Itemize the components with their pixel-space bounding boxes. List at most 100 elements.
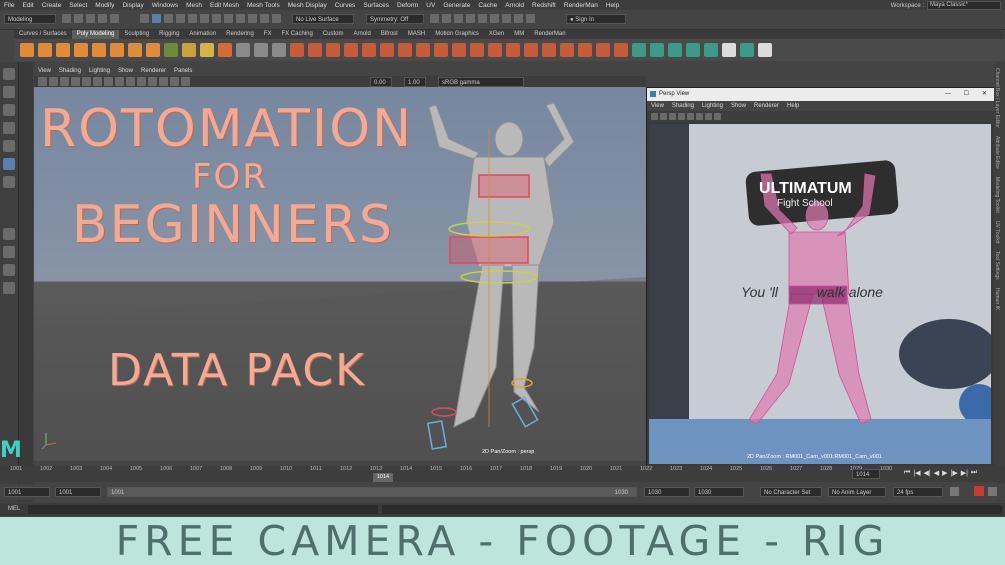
menu-arnold[interactable]: Arnold — [505, 2, 524, 9]
snap-curve-icon[interactable] — [188, 14, 197, 23]
menu-modify[interactable]: Modify — [95, 2, 114, 9]
tab-mash[interactable]: MASH — [403, 30, 430, 39]
uv-layout-icon[interactable] — [758, 43, 772, 57]
loop-icon[interactable] — [950, 487, 959, 496]
snap-point-icon[interactable] — [200, 14, 209, 23]
history-icon[interactable] — [236, 14, 245, 23]
super-shape-icon[interactable] — [164, 43, 178, 57]
multi-cut-icon[interactable] — [398, 43, 412, 57]
tab-animation[interactable]: Animation — [184, 30, 221, 39]
mel-label[interactable]: MEL — [8, 506, 20, 512]
uv-unfold-icon[interactable] — [740, 43, 754, 57]
auto-key-icon[interactable] — [974, 486, 984, 496]
poly-plane-icon[interactable] — [110, 43, 124, 57]
last-tool-icon[interactable] — [3, 176, 15, 188]
render-icon[interactable] — [248, 14, 257, 23]
undo-icon[interactable] — [98, 14, 107, 23]
uv-editor-icon[interactable] — [478, 14, 487, 23]
merge-icon[interactable] — [596, 43, 610, 57]
human-ik-icon[interactable] — [442, 14, 451, 23]
render-settings-icon[interactable] — [272, 14, 281, 23]
main-viewport[interactable]: ROTOMATION FOR BEGINNERS DATA PACK 2D Pa… — [34, 87, 646, 461]
graph-editor-icon[interactable] — [490, 14, 499, 23]
exposure-field[interactable]: 0.00 — [370, 77, 392, 87]
persp-lights-icon[interactable] — [705, 113, 712, 120]
viewport-menu-shading[interactable]: Shading — [59, 66, 81, 76]
save-scene-icon[interactable] — [86, 14, 95, 23]
gamma-field[interactable]: 1.00 — [404, 77, 426, 87]
wireframe-icon[interactable] — [115, 77, 124, 86]
svg-icon[interactable] — [218, 43, 232, 57]
poly-torus-icon[interactable] — [92, 43, 106, 57]
persp-menu-help[interactable]: Help — [787, 101, 799, 111]
menu-select[interactable]: Select — [69, 2, 87, 9]
live-surface-dropdown[interactable]: No Live Surface — [292, 14, 354, 24]
separate-icon[interactable] — [254, 43, 268, 57]
xray-icon[interactable] — [170, 77, 179, 86]
menu-deform[interactable]: Deform — [397, 2, 418, 9]
select-object-icon[interactable] — [152, 14, 161, 23]
current-frame-field[interactable]: 1014 — [852, 469, 880, 479]
anim-end-field[interactable]: 1030 — [644, 487, 690, 497]
ipr-render-icon[interactable] — [260, 14, 269, 23]
tab-motion-graphics[interactable]: Motion Graphics — [430, 30, 484, 39]
select-component-icon[interactable] — [164, 14, 173, 23]
tab-rendering[interactable]: Rendering — [221, 30, 259, 39]
menu-redshift[interactable]: Redshift — [532, 2, 556, 9]
anim-layer-dropdown[interactable]: No Anim Layer — [828, 487, 886, 497]
time-slider[interactable]: 1001 1002 1003 1004 1005 1006 1007 1008 1009 1010… — [0, 466, 1005, 482]
uv-grid-icon[interactable] — [722, 43, 736, 57]
film-gate-icon[interactable] — [82, 77, 91, 86]
persp-window-titlebar[interactable]: Persp View — ☐ ✕ — [647, 88, 995, 101]
node-editor-icon[interactable] — [514, 14, 523, 23]
uv-cylindrical-icon[interactable] — [668, 43, 682, 57]
persp-textured-icon[interactable] — [696, 113, 703, 120]
tab-arnold[interactable]: Arnold — [349, 30, 376, 39]
go-to-end-icon[interactable]: ⏭ — [971, 469, 977, 477]
delete-edge-icon[interactable] — [614, 43, 628, 57]
collapse-icon[interactable] — [578, 43, 592, 57]
new-scene-icon[interactable] — [62, 14, 71, 23]
persp-menu-renderer[interactable]: Renderer — [754, 101, 779, 111]
menu-cache[interactable]: Cache — [478, 2, 497, 9]
minimize-icon[interactable]: — — [945, 88, 951, 101]
move-tool-icon[interactable] — [3, 122, 15, 134]
insert-edge-loop-icon[interactable] — [470, 43, 484, 57]
outliner-strip[interactable] — [19, 62, 33, 502]
go-to-start-icon[interactable]: ⏮ — [904, 469, 910, 477]
tab-fx[interactable]: FX — [259, 30, 277, 39]
menu-edit-mesh[interactable]: Edit Mesh — [210, 2, 239, 9]
menu-edit[interactable]: Edit — [22, 2, 33, 9]
bevel-icon[interactable] — [362, 43, 376, 57]
bookmark-icon[interactable] — [49, 77, 58, 86]
poly-cone-icon[interactable] — [74, 43, 88, 57]
sign-in-button[interactable]: ● Sign In — [566, 14, 626, 24]
menu-mesh[interactable]: Mesh — [186, 2, 202, 9]
menu-curves[interactable]: Curves — [335, 2, 356, 9]
colorspace-dropdown[interactable]: sRGB gamma — [438, 77, 524, 87]
persp-wireframe-icon[interactable] — [678, 113, 685, 120]
tab-attribute-editor[interactable]: Attribute Editor — [994, 136, 1000, 169]
smooth-shade-icon[interactable] — [126, 77, 135, 86]
persp-menu-show[interactable]: Show — [731, 101, 746, 111]
tab-bifrost[interactable]: Bifrost — [376, 30, 403, 39]
tab-xgen[interactable]: XGen — [484, 30, 509, 39]
extrude-icon[interactable] — [326, 43, 340, 57]
tab-channel-box[interactable]: Channel Box / Layer Editor — [994, 68, 1000, 128]
viewport-menu-show[interactable]: Show — [118, 66, 133, 76]
sweep-mesh-icon[interactable] — [182, 43, 196, 57]
render-view-icon[interactable] — [466, 14, 475, 23]
persp-outliner-layout-icon[interactable] — [3, 282, 15, 294]
snap-view-icon[interactable] — [212, 14, 221, 23]
platonic-solid-icon[interactable] — [146, 43, 160, 57]
tab-tool-settings[interactable]: Tool Settings — [994, 251, 1000, 280]
tab-poly-modeling[interactable]: Poly Modeling — [71, 30, 120, 39]
persp-grid-icon[interactable] — [669, 113, 676, 120]
single-pane-layout-icon[interactable] — [3, 228, 15, 240]
connect-icon[interactable] — [434, 43, 448, 57]
step-forward-key-icon[interactable]: ▶| — [961, 469, 968, 477]
uv-planar-icon[interactable] — [632, 43, 646, 57]
lasso-tool-icon[interactable] — [3, 86, 15, 98]
close-icon[interactable]: ✕ — [982, 88, 987, 101]
side-by-side-layout-icon[interactable] — [3, 264, 15, 276]
